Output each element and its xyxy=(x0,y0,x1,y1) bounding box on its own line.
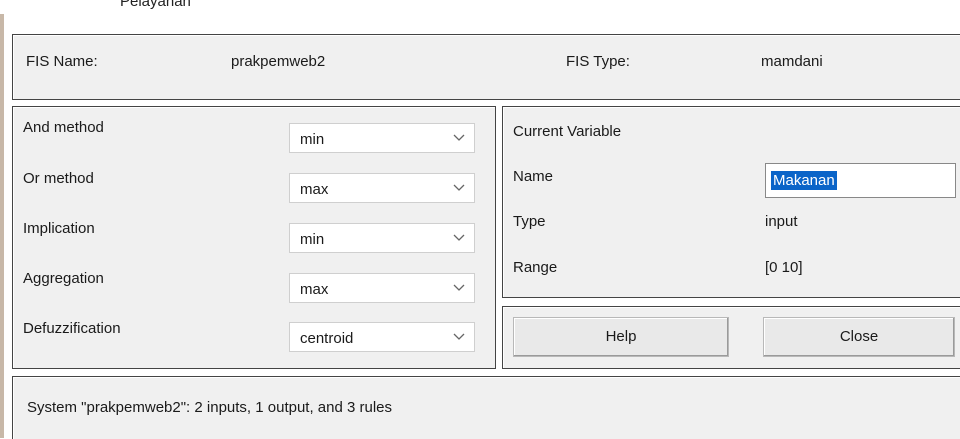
fis-type-label: FIS Type: xyxy=(566,53,630,70)
aggregation-dropdown[interactable]: max xyxy=(289,273,475,303)
variable-range-value: [0 10] xyxy=(765,259,803,276)
fis-name-value: prakpemweb2 xyxy=(231,53,326,70)
defuzzification-label: Defuzzification xyxy=(23,320,121,337)
implication-dropdown[interactable]: min xyxy=(289,223,475,253)
chevron-down-icon xyxy=(453,284,465,291)
fis-info-panel: FIS Name: prakpemweb2 FIS Type: mamdani xyxy=(12,34,960,100)
status-text: System "prakpemweb2": 2 inputs, 1 output… xyxy=(27,399,393,416)
and-method-value: min xyxy=(300,131,325,148)
aggregation-value: max xyxy=(300,281,329,298)
methods-panel: And method min Or method max Implication… xyxy=(12,106,496,369)
and-method-dropdown[interactable]: min xyxy=(289,123,475,153)
status-panel: System "prakpemweb2": 2 inputs, 1 output… xyxy=(12,376,960,439)
close-button[interactable]: Close xyxy=(763,317,955,357)
chevron-down-icon xyxy=(453,184,465,191)
variable-name-value: Makanan xyxy=(771,171,837,190)
variable-type-value: input xyxy=(765,213,798,230)
implication-value: min xyxy=(300,231,325,248)
chevron-down-icon xyxy=(453,333,465,340)
fis-editor-window: FIS Name: prakpemweb2 FIS Type: mamdani … xyxy=(4,14,960,439)
window-title: Pelayanan xyxy=(120,0,191,10)
or-method-dropdown[interactable]: max xyxy=(289,173,475,203)
help-button[interactable]: Help xyxy=(513,317,729,357)
variable-name-label: Name xyxy=(513,168,554,185)
or-method-value: max xyxy=(300,181,329,198)
defuzzification-dropdown[interactable]: centroid xyxy=(289,322,475,352)
variable-name-field[interactable]: Makanan xyxy=(765,163,956,198)
buttons-panel: Help Close xyxy=(502,306,960,369)
or-method-label: Or method xyxy=(23,170,94,187)
defuzzification-value: centroid xyxy=(300,330,354,347)
implication-label: Implication xyxy=(23,220,95,237)
fis-type-value: mamdani xyxy=(761,53,823,70)
fis-name-label: FIS Name: xyxy=(26,53,98,70)
aggregation-label: Aggregation xyxy=(23,270,104,287)
variable-type-label: Type xyxy=(513,213,546,230)
chevron-down-icon xyxy=(453,234,465,241)
chevron-down-icon xyxy=(453,134,465,141)
current-variable-title: Current Variable xyxy=(513,123,622,140)
and-method-label: And method xyxy=(23,119,104,136)
variable-range-label: Range xyxy=(513,259,558,276)
current-variable-panel: Current Variable Name Type input Range [… xyxy=(502,106,960,298)
